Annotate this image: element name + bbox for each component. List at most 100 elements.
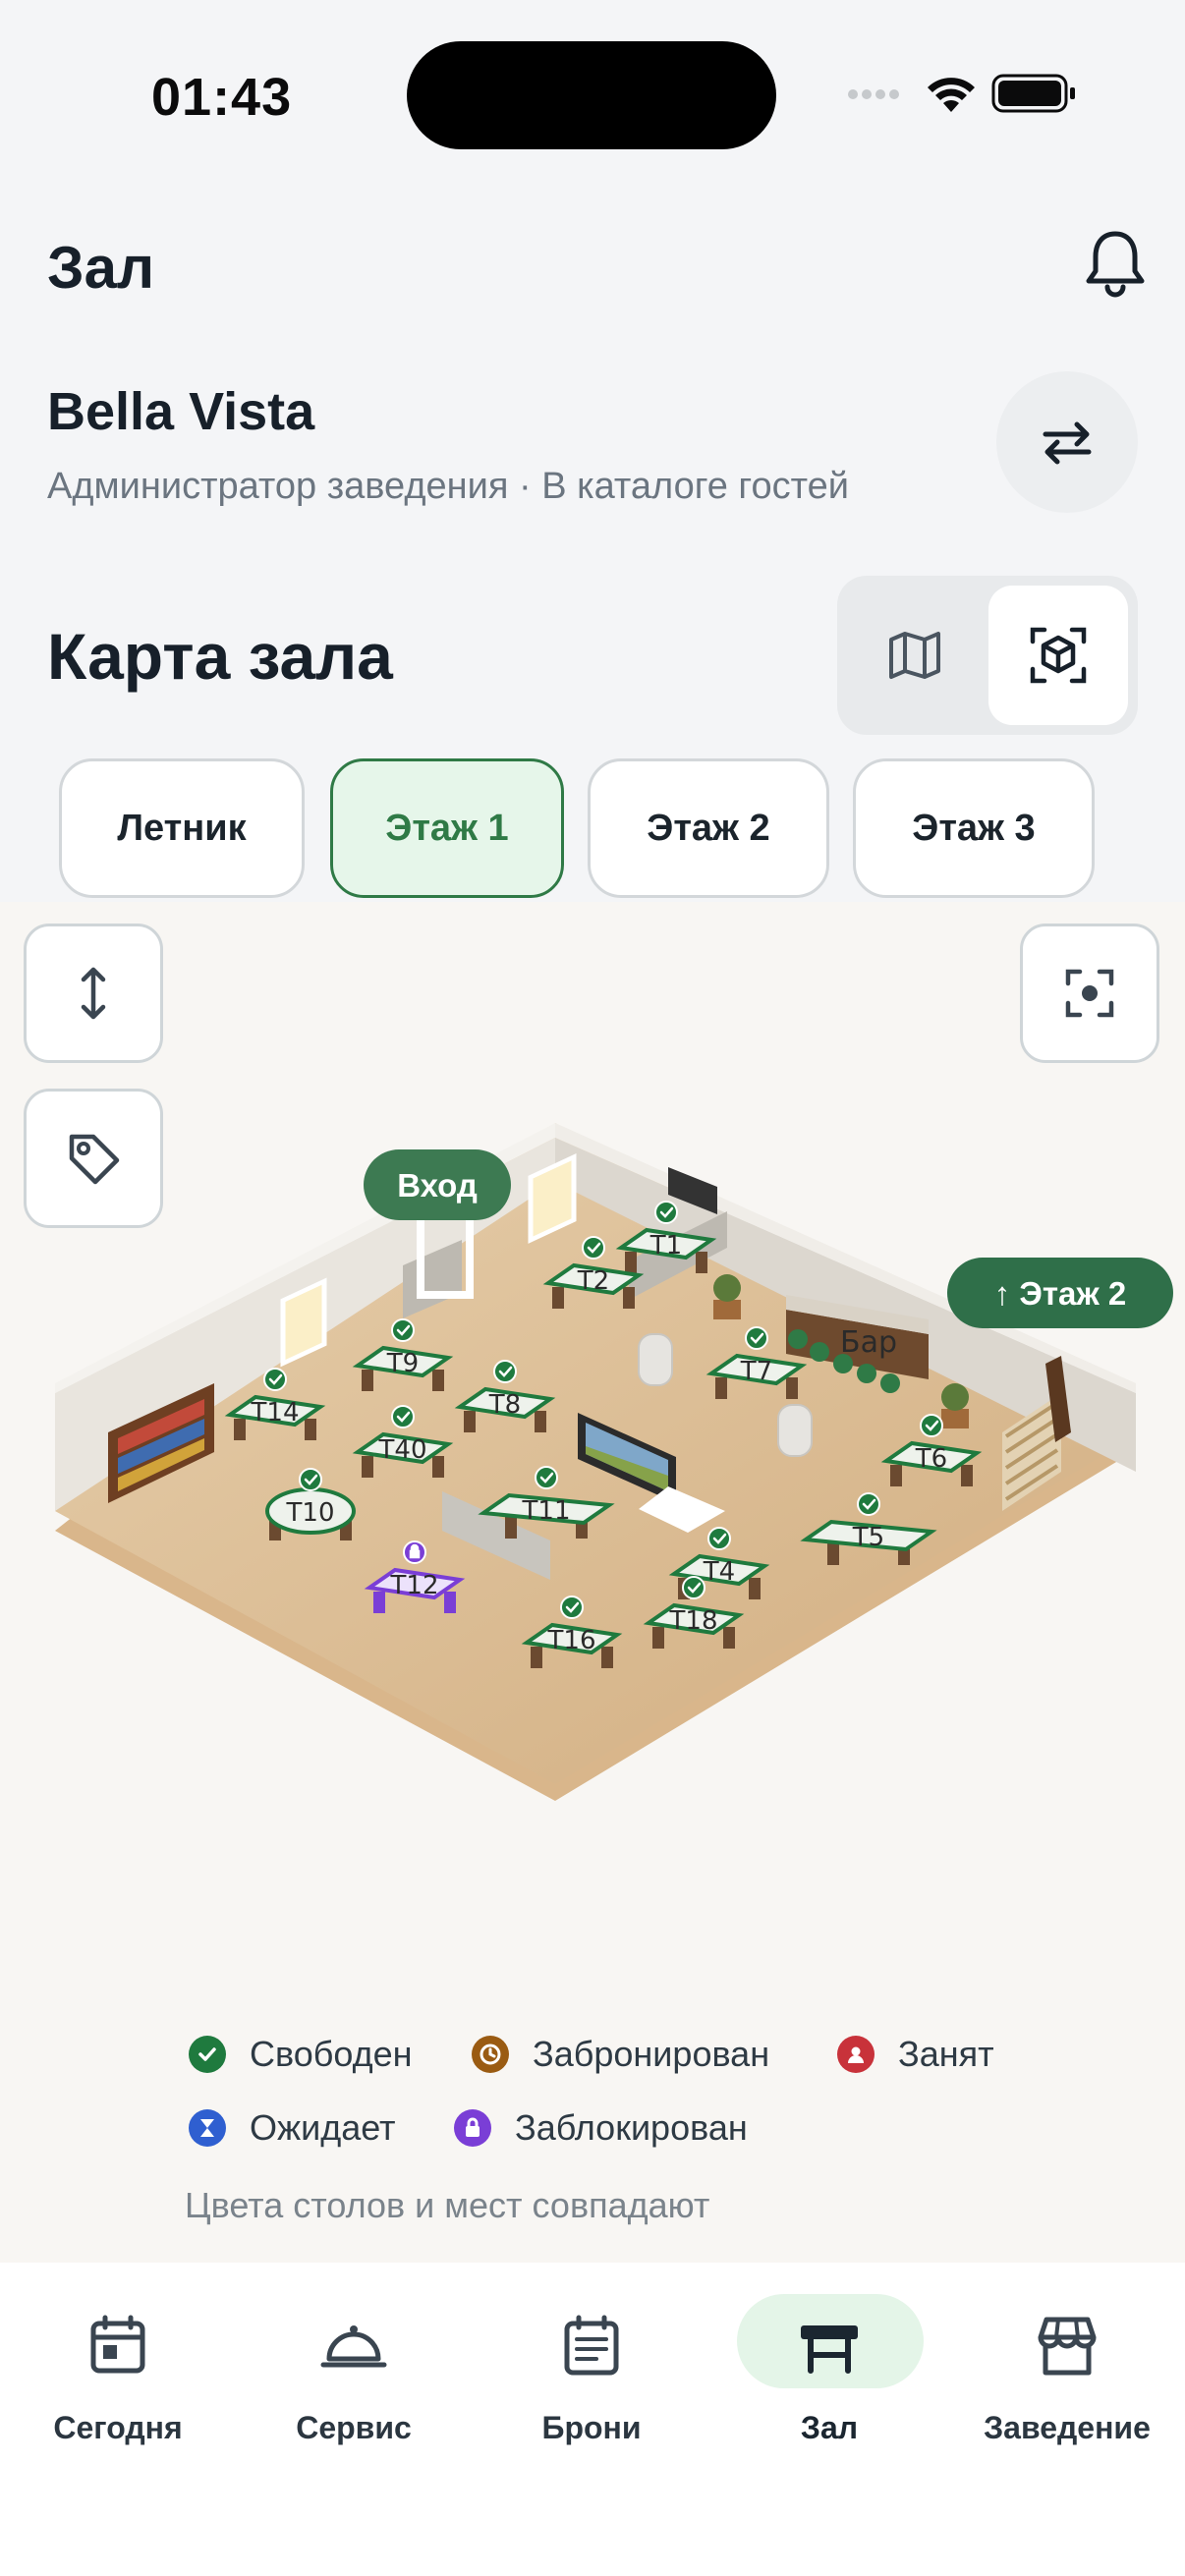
check-icon xyxy=(391,1318,415,1342)
swap-arrows-icon xyxy=(1043,421,1092,465)
table-label: T11 xyxy=(522,1496,571,1526)
legend-label: Занят xyxy=(898,2034,994,2074)
chair xyxy=(890,1465,902,1486)
chair xyxy=(827,1543,839,1565)
labels-toggle-button[interactable] xyxy=(24,1089,163,1228)
chair xyxy=(432,1370,444,1391)
chair xyxy=(961,1465,973,1486)
view-mode-toggle xyxy=(837,576,1138,735)
cloche-icon xyxy=(320,2325,387,2368)
clock-icon xyxy=(472,2036,509,2073)
floor-tab-floor-3[interactable]: Этаж 3 xyxy=(853,758,1095,898)
3d-view-button[interactable] xyxy=(988,586,1128,725)
chair xyxy=(464,1411,476,1432)
check-icon xyxy=(682,1576,705,1599)
table-label: T6 xyxy=(915,1444,947,1474)
check-icon xyxy=(560,1596,584,1619)
recenter-button[interactable] xyxy=(1020,924,1159,1063)
nav-bookings[interactable]: Брони xyxy=(474,2292,709,2469)
nav-label: Сервис xyxy=(296,2410,412,2445)
vertical-arrows-icon xyxy=(81,967,106,1020)
table-label: T16 xyxy=(547,1626,596,1655)
check-icon xyxy=(493,1360,517,1383)
chair xyxy=(234,1419,246,1440)
nav-service[interactable]: Сервис xyxy=(236,2292,472,2469)
status-bar: 01:43 xyxy=(0,0,1185,187)
chair xyxy=(749,1578,761,1599)
table-icon xyxy=(801,2325,858,2374)
venue-subtitle: Администратор заведения · В каталоге гос… xyxy=(47,466,849,507)
legend-label: Забронирован xyxy=(533,2034,770,2074)
chair xyxy=(623,1287,635,1309)
legend-blocked: Заблокирован xyxy=(454,2107,748,2149)
check-icon xyxy=(857,1492,880,1516)
check-icon xyxy=(299,1468,322,1491)
legend-label: Свободен xyxy=(250,2034,413,2074)
nav-hall[interactable]: Зал xyxy=(711,2292,947,2469)
table-label: T10 xyxy=(286,1498,335,1528)
lock-icon xyxy=(454,2109,491,2147)
floor-tab-floor-1[interactable]: Этаж 1 xyxy=(330,758,564,898)
table-label: T4 xyxy=(703,1557,735,1587)
check-icon xyxy=(189,2036,226,2073)
venue-name: Bella Vista xyxy=(47,382,315,441)
table-label: T5 xyxy=(852,1523,884,1552)
floor-tab-floor-2[interactable]: Этаж 2 xyxy=(588,758,829,898)
person-icon xyxy=(837,2036,875,2073)
plant-1 xyxy=(713,1274,741,1319)
bar-label: Бар xyxy=(840,1325,897,1360)
bottom-navigation: Сегодня Сервис Брони Зал Заведение xyxy=(0,2263,1185,2576)
check-icon xyxy=(707,1527,731,1550)
chair xyxy=(786,1377,798,1399)
chair xyxy=(601,1647,613,1668)
chair xyxy=(552,1287,564,1309)
map-section-title: Карта зала xyxy=(47,620,393,693)
table-label: T2 xyxy=(577,1266,609,1296)
table-label: T7 xyxy=(740,1357,772,1386)
signal-icon xyxy=(848,89,899,99)
table-label: T8 xyxy=(488,1390,521,1420)
height-toggle-button[interactable] xyxy=(24,924,163,1063)
nav-label: Зал xyxy=(800,2410,859,2445)
chair xyxy=(305,1419,316,1440)
chair xyxy=(535,1411,546,1432)
check-icon xyxy=(391,1405,415,1428)
table-label: T14 xyxy=(251,1398,300,1428)
chair xyxy=(625,1252,637,1273)
map-icon xyxy=(889,632,940,679)
legend-booked: Забронирован xyxy=(472,2034,769,2075)
chair xyxy=(432,1456,444,1478)
focus-frame-icon xyxy=(1065,969,1114,1018)
flat-map-view-button[interactable] xyxy=(845,586,985,725)
bookings-calendar-icon xyxy=(564,2315,619,2376)
battery-icon xyxy=(991,74,1075,113)
entrance-label: Вход xyxy=(397,1167,478,1204)
nav-venue[interactable]: Заведение xyxy=(949,2292,1185,2469)
legend-note: Цвета столов и мест совпадают xyxy=(185,2185,710,2225)
table-label: T12 xyxy=(390,1571,439,1600)
tag-icon xyxy=(69,1134,120,1185)
check-icon xyxy=(582,1236,605,1260)
chair xyxy=(723,1627,735,1649)
check-icon xyxy=(745,1326,768,1350)
table-label: T1 xyxy=(649,1231,682,1260)
table-label: T18 xyxy=(669,1606,718,1636)
page-title: Зал xyxy=(47,235,155,301)
cube-scan-icon xyxy=(1030,627,1087,684)
nav-today[interactable]: Сегодня xyxy=(0,2292,236,2469)
wifi-icon xyxy=(928,78,975,112)
legend-free: Свободен xyxy=(189,2034,413,2075)
status-time: 01:43 xyxy=(151,68,293,127)
switch-venue-button[interactable] xyxy=(996,371,1138,513)
status-icons xyxy=(848,74,1075,113)
chair xyxy=(696,1252,707,1273)
notification-bell-icon[interactable] xyxy=(1081,228,1150,301)
table-label: T40 xyxy=(378,1435,427,1465)
table-label: T9 xyxy=(386,1349,419,1378)
check-icon xyxy=(263,1368,287,1391)
legend-waiting: Ожидает xyxy=(189,2107,396,2149)
chair xyxy=(362,1456,373,1478)
floor-tab-summer[interactable]: Летник xyxy=(59,758,305,898)
stairs-link[interactable]: ↑ Этаж 2 xyxy=(947,1258,1173,1328)
chair xyxy=(715,1377,727,1399)
